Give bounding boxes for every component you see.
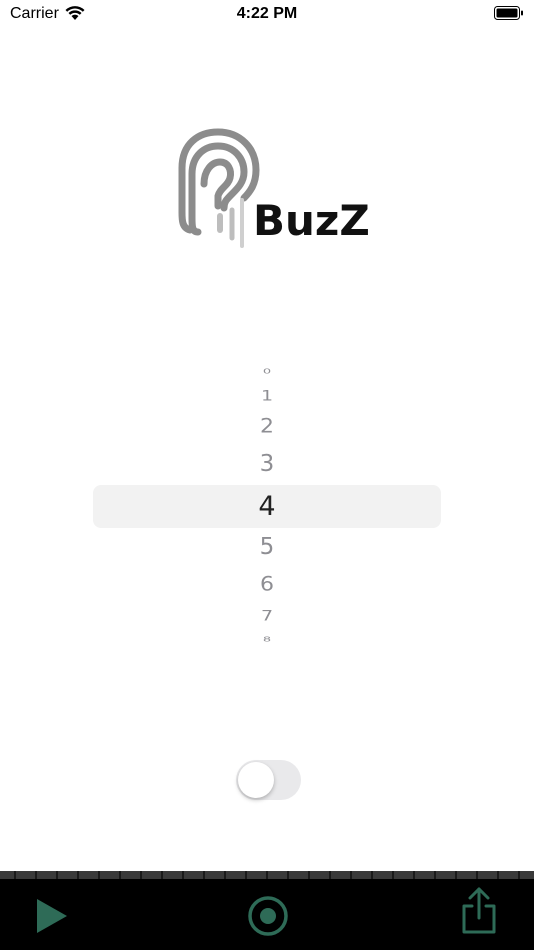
picker-item-2[interactable]: 2 (0, 417, 534, 437)
status-bar: Carrier 4:22 PM (0, 0, 534, 28)
toolbar-tick (371, 871, 373, 879)
toolbar-tick (224, 871, 226, 879)
toggle-switch[interactable] (236, 760, 301, 800)
toolbar-tick (413, 871, 415, 879)
toolbar-tick (497, 871, 499, 879)
battery-full-icon (494, 6, 524, 25)
toolbar-tick (455, 871, 457, 879)
play-icon (37, 899, 67, 933)
toolbar-tick (14, 871, 16, 879)
app-logo: BuzZ (178, 128, 378, 250)
toolbar-tick (182, 871, 184, 879)
toolbar-tick-strip (0, 871, 534, 879)
toggle-knob[interactable] (238, 762, 274, 798)
toolbar-tick (140, 871, 142, 879)
picker-item-1[interactable]: 1 (0, 389, 534, 403)
ear-icon (178, 128, 260, 248)
toolbar-tick (329, 871, 331, 879)
share-icon (462, 887, 496, 934)
toolbar-tick (434, 871, 436, 879)
toolbar-tick (287, 871, 289, 879)
picker-item-3[interactable]: 3 (0, 453, 534, 476)
toolbar-tick (119, 871, 121, 879)
toolbar-tick (350, 871, 352, 879)
record-icon (248, 896, 288, 936)
logo-text: BuzZ (253, 196, 370, 245)
toolbar-tick (203, 871, 205, 879)
clock: 4:22 PM (236, 5, 298, 22)
toolbar-tick (392, 871, 394, 879)
picker-item-0[interactable]: 0 (0, 368, 534, 375)
play-button[interactable] (33, 896, 73, 936)
record-button[interactable] (246, 894, 290, 938)
toolbar-tick (98, 871, 100, 879)
toolbar-tick (245, 871, 247, 879)
toolbar-tick (77, 871, 79, 879)
toolbar-tick (518, 871, 520, 879)
picker-item-5[interactable]: 5 (0, 536, 534, 559)
picker-item-7[interactable]: 7 (0, 609, 534, 623)
picker-item-4-selected[interactable]: 4 (0, 493, 534, 520)
toolbar-tick (266, 871, 268, 879)
picker-item-8[interactable]: 8 (0, 636, 534, 643)
toolbar-tick (308, 871, 310, 879)
share-button[interactable] (459, 886, 499, 936)
toolbar-tick (161, 871, 163, 879)
number-picker[interactable]: 0 1 2 3 4 5 6 7 8 (0, 355, 534, 655)
toolbar-tick (56, 871, 58, 879)
toolbar-tick (35, 871, 37, 879)
toolbar-tick (476, 871, 478, 879)
picker-item-6[interactable]: 6 (0, 575, 534, 595)
